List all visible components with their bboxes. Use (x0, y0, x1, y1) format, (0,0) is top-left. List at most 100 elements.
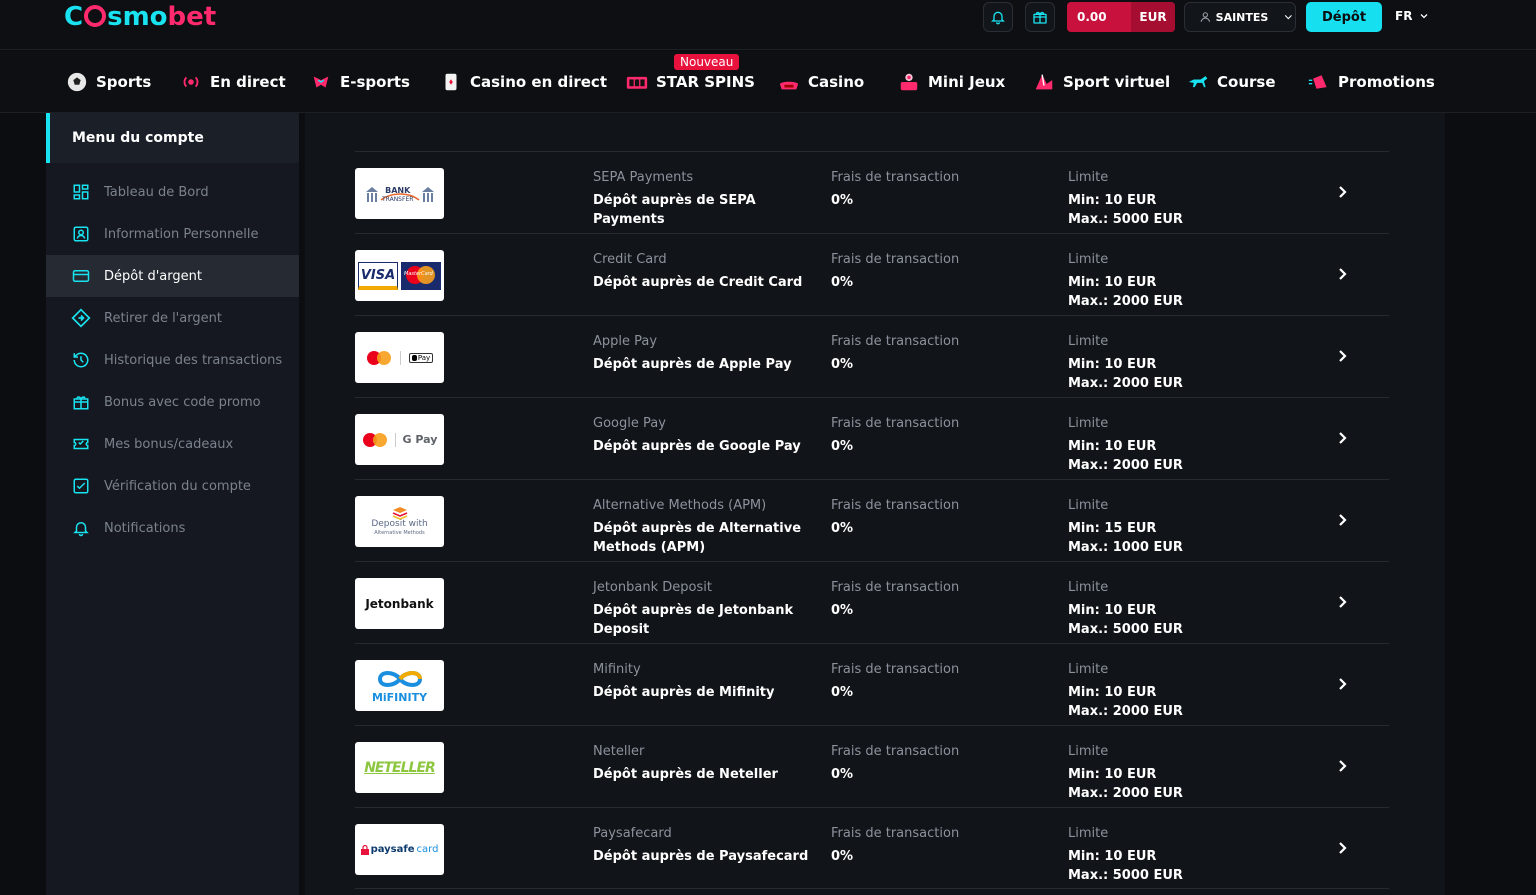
limit-max: Max.: 2000 EUR (1068, 376, 1183, 391)
chevron-right-icon[interactable] (1335, 756, 1351, 776)
limit-label: Limite (1068, 498, 1109, 513)
payment-method-row[interactable]: VISA MasterCard Credit Card Dépôt auprès… (355, 233, 1389, 315)
balance-currency: EUR (1131, 2, 1175, 32)
fee-value: 0% (831, 849, 854, 864)
sidebar-item-notifications[interactable]: Notifications (46, 507, 299, 549)
fee-value: 0% (831, 357, 854, 372)
top-bar: Csmobet 0.00 EUR SAINTES Dépôt FR (0, 0, 1536, 50)
mastercard-icon (366, 350, 391, 365)
fee-label: Frais de transaction (831, 826, 960, 841)
nav-item-mini-games[interactable]: Mini Jeux (898, 71, 1005, 93)
limit-label: Limite (1068, 252, 1109, 267)
method-action: Dépôt auprès de Paysafecard (593, 849, 809, 864)
method-action: Dépôt auprès de Alternative (593, 521, 802, 536)
chevron-right-icon[interactable] (1335, 182, 1351, 202)
payment-method-row[interactable]: Pay Apple Pay Dépôt auprès de Apple Pay … (355, 315, 1389, 397)
user-icon (1200, 12, 1211, 22)
payment-method-row[interactable]: NETELLER Neteller Dépôt auprès de Netell… (355, 725, 1389, 807)
method-name: Jetonbank Deposit (593, 580, 712, 595)
chevron-right-icon[interactable] (1335, 674, 1351, 694)
deposit-button[interactable]: Dépôt (1306, 2, 1382, 32)
cosmobet-logo[interactable]: Csmobet (64, 2, 216, 32)
lock-icon (360, 844, 369, 855)
sidebar-item-personal-info[interactable]: Information Personnelle (46, 213, 299, 255)
payment-method-row[interactable]: Jetonbank Jetonbank Deposit Dépôt auprès… (355, 561, 1389, 643)
chevron-right-icon[interactable] (1335, 592, 1351, 612)
method-action: Dépôt auprès de Google Pay (593, 439, 801, 454)
nav-item-virtual-sport[interactable]: Sport virtuel (1033, 71, 1170, 93)
limit-max: Max.: 1000 EUR (1068, 540, 1183, 555)
gift-icon (1033, 11, 1047, 24)
limit-min: Min: 10 EUR (1068, 275, 1157, 290)
nav-item-live[interactable]: En direct (180, 71, 286, 93)
limit-min: Min: 10 EUR (1068, 849, 1157, 864)
virtual-sport-icon (1033, 71, 1055, 93)
chevron-right-icon[interactable] (1335, 428, 1351, 448)
method-name: Paysafecard (593, 826, 672, 841)
payment-method-row[interactable]: BANK TRANSFER SEPA Payments Dépôt auprès… (355, 151, 1389, 233)
fee-value: 0% (831, 521, 854, 536)
fee-value: 0% (831, 603, 854, 618)
mini-games-icon (898, 71, 920, 93)
new-badge: Nouveau (674, 54, 740, 70)
infinity-icon (377, 671, 422, 687)
sidebar-item-promo-code[interactable]: Bonus avec code promo (46, 381, 299, 423)
casino-icon (778, 71, 800, 93)
method-name: Credit Card (593, 252, 667, 267)
bank-transfer-logo: BANK TRANSFER (355, 168, 444, 219)
gift-button[interactable] (1025, 2, 1055, 32)
nav-item-live-casino[interactable]: Casino en direct (440, 71, 607, 93)
nav-item-promotions[interactable]: Promotions (1308, 71, 1435, 93)
limit-max: Max.: 2000 EUR (1068, 294, 1183, 309)
language-selector[interactable]: FR (1395, 9, 1430, 23)
limit-max: Max.: 2000 EUR (1068, 704, 1183, 719)
fee-label: Frais de transaction (831, 662, 960, 677)
apple-icon (411, 354, 417, 361)
profile-icon (70, 223, 92, 245)
sidebar-item-verification[interactable]: Vérification du compte (46, 465, 299, 507)
sidebar-item-withdraw[interactable]: Retirer de l'argent (46, 297, 299, 339)
sidebar-item-my-bonuses[interactable]: Mes bonus/cadeaux (46, 423, 299, 465)
nav-item-racing[interactable]: Course (1187, 71, 1276, 93)
notifications-button[interactable] (983, 2, 1013, 32)
chevron-right-icon[interactable] (1335, 510, 1351, 530)
sidebar-item-history[interactable]: Historique des transactions (46, 339, 299, 381)
method-action-cont: Methods (APM) (593, 540, 706, 555)
bell-icon (991, 11, 1005, 25)
fee-label: Frais de transaction (831, 498, 960, 513)
username: SAINTES (1215, 10, 1269, 24)
mastercard-logo: MasterCard (401, 261, 441, 290)
method-name: Mifinity (593, 662, 641, 677)
bell-icon (70, 517, 92, 539)
method-name: Alternative Methods (APM) (593, 498, 767, 513)
limit-label: Limite (1068, 826, 1109, 841)
chevron-right-icon[interactable] (1335, 838, 1351, 858)
method-name: Google Pay (593, 416, 666, 431)
nav-item-esports[interactable]: E-sports (310, 71, 410, 93)
payment-method-row[interactable]: MiFINITY Mifinity Dépôt auprès de Mifini… (355, 643, 1389, 725)
nav-item-sports[interactable]: Sports (66, 71, 151, 93)
limit-label: Limite (1068, 744, 1109, 759)
nav-item-star-spins[interactable]: STAR SPINS (626, 71, 755, 93)
language-code: FR (1395, 9, 1413, 23)
fee-value: 0% (831, 193, 854, 208)
sidebar-item-deposit[interactable]: Dépôt d'argent (46, 255, 299, 297)
chevron-down-icon (1420, 14, 1428, 19)
chevron-right-icon[interactable] (1335, 346, 1351, 366)
method-name: Apple Pay (593, 334, 658, 349)
checkbox-icon (70, 475, 92, 497)
payment-method-row[interactable]: Deposit with Alternative Methods Alterna… (355, 479, 1389, 561)
sidebar-item-dashboard[interactable]: Tableau de Bord (46, 171, 299, 213)
history-icon (70, 349, 92, 371)
fee-value: 0% (831, 439, 854, 454)
method-name: Neteller (593, 744, 645, 759)
user-menu-button[interactable]: SAINTES (1184, 2, 1296, 32)
payment-method-row[interactable]: paysafe card Paysafecard Dépôt auprès de … (355, 807, 1389, 889)
chevron-right-icon[interactable] (1335, 264, 1351, 284)
dashboard-icon (70, 181, 92, 203)
nav-item-casino[interactable]: Casino (778, 71, 864, 93)
balance-display[interactable]: 0.00 EUR (1067, 2, 1175, 32)
account-sidebar: Menu du compte Tableau de Bord Informati… (46, 113, 299, 895)
payment-method-row[interactable]: G Pay Google Pay Dépôt auprès de Google … (355, 397, 1389, 479)
fee-value: 0% (831, 275, 854, 290)
